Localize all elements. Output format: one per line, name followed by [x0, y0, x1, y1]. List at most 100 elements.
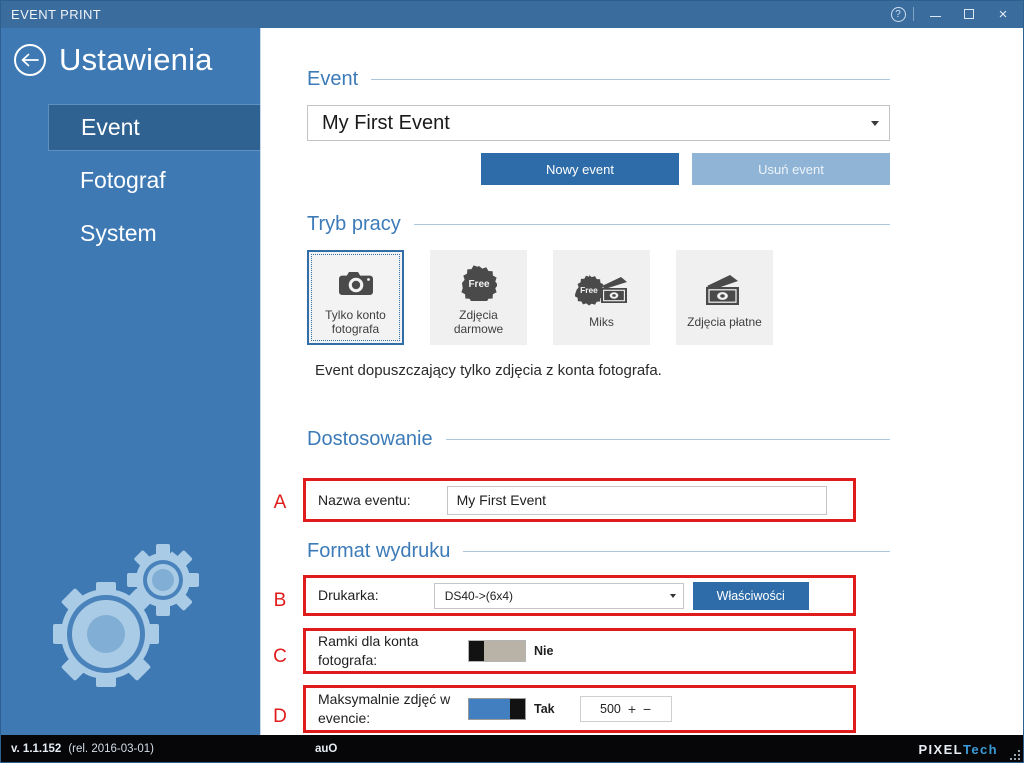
- free-badge-and-money-icon: Free: [574, 271, 629, 309]
- maximize-button[interactable]: [952, 0, 986, 28]
- sidebar-item-label: Fotograf: [80, 167, 166, 193]
- event-select[interactable]: My First Event: [307, 105, 890, 141]
- increment-button[interactable]: +: [628, 702, 636, 716]
- frames-row: Ramki dla konta fotografa: Nie: [303, 628, 856, 674]
- mode-card-mix[interactable]: Free Miks: [553, 250, 650, 345]
- heading-rule: [371, 79, 890, 80]
- status-middle-text: auO: [315, 743, 338, 755]
- chevron-down-icon: [669, 593, 676, 598]
- mode-card-label: Zdjęcia darmowe: [453, 307, 504, 336]
- sidebar-item-label: Event: [81, 114, 140, 140]
- max-photos-value: 500: [600, 702, 621, 716]
- event-name-input[interactable]: My First Event: [446, 485, 827, 515]
- heading-rule: [445, 439, 890, 440]
- printer-select[interactable]: DS40->(6x4): [433, 582, 684, 609]
- back-arrow-icon: [21, 53, 39, 67]
- max-photos-stepper[interactable]: 500 + −: [579, 696, 672, 722]
- print-heading: Format wydruku: [307, 540, 451, 562]
- toggle-knob: [510, 699, 525, 719]
- gears-watermark: [42, 542, 217, 717]
- print-section-header: Format wydruku: [307, 540, 890, 563]
- release-label: (rel. 2016-03-01): [68, 743, 154, 755]
- frames-label: Ramki dla konta fotografa:: [318, 633, 419, 668]
- toggle-track: [484, 641, 525, 661]
- free-badge-icon: Free: [460, 264, 497, 302]
- pixeltech-logo: PIXEL Tech: [918, 742, 998, 757]
- mode-card-photographer-only[interactable]: Tylko konto fotografa: [307, 250, 404, 345]
- mode-section-header: Tryb pracy: [307, 213, 890, 236]
- max-photos-toggle[interactable]: [468, 698, 526, 720]
- mode-card-label: Tylko konto fotografa: [325, 307, 386, 336]
- max-photos-row: Maksymalnie zdjęć w evencie: Tak 500 + −: [303, 685, 856, 733]
- sidebar-nav: Event Fotograf System: [0, 104, 260, 257]
- mode-card-label: Miks: [589, 314, 614, 329]
- printer-row: Drukarka: DS40->(6x4) Właściwości: [303, 575, 856, 616]
- event-name-label: Nazwa eventu:: [318, 491, 411, 508]
- titlebar-divider: [913, 7, 914, 21]
- svg-text:Free: Free: [468, 279, 490, 290]
- close-button[interactable]: ×: [986, 0, 1020, 28]
- title-bar: EVENT PRINT ? ×: [0, 0, 1024, 28]
- event-name-value: My First Event: [456, 492, 547, 508]
- window-controls: ? ×: [885, 0, 1024, 28]
- close-icon: ×: [998, 5, 1008, 23]
- svg-text:Free: Free: [580, 285, 598, 295]
- sidebar-item-label: System: [80, 220, 157, 246]
- help-button[interactable]: ?: [885, 0, 911, 28]
- main-panel: Event My First Event Nowy event Usuń eve…: [260, 28, 1024, 735]
- customization-section-header: Dostosowanie: [307, 428, 890, 451]
- max-photos-toggle-text: Tak: [534, 702, 555, 716]
- chevron-down-icon: [871, 120, 879, 126]
- version-label: v. 1.1.152: [11, 743, 62, 755]
- heading-rule: [463, 551, 890, 552]
- delete-event-button[interactable]: Usuń event: [692, 153, 890, 185]
- toggle-track: [469, 699, 510, 719]
- frames-toggle-text: Nie: [534, 644, 554, 658]
- heading-rule: [413, 224, 890, 225]
- toggle-knob: [469, 641, 484, 661]
- minimize-icon: [929, 16, 941, 17]
- mode-card-free-photos[interactable]: Free Zdjęcia darmowe: [430, 250, 527, 345]
- event-select-value: My First Event: [322, 111, 450, 134]
- mode-heading: Tryb pracy: [307, 213, 401, 235]
- mode-card-label: Zdjęcia płatne: [687, 314, 762, 329]
- new-event-button[interactable]: Nowy event: [481, 153, 679, 185]
- decrement-button[interactable]: −: [643, 702, 651, 716]
- max-photos-label: Maksymalnie zdjęć w evencie:: [318, 691, 451, 726]
- marker-a: A: [273, 492, 287, 513]
- customization-section: Dostosowanie: [307, 428, 890, 451]
- minimize-button[interactable]: [918, 0, 952, 28]
- sidebar: Ustawienia Event Fotograf System: [0, 28, 260, 735]
- event-section-header: Event: [307, 68, 890, 91]
- back-button[interactable]: [14, 44, 46, 76]
- resize-grip[interactable]: [1008, 748, 1020, 760]
- sidebar-item-event[interactable]: Event: [48, 104, 260, 151]
- logo-primary: PIXEL: [918, 741, 964, 757]
- event-heading: Event: [307, 68, 359, 90]
- marker-c: C: [273, 646, 287, 667]
- application-window: EVENT PRINT ? × Ustawienia Event Fotogra…: [0, 0, 1024, 763]
- money-icon: [703, 271, 747, 309]
- mode-card-paid-photos[interactable]: Zdjęcia płatne: [676, 250, 773, 345]
- logo-secondary: Tech: [963, 741, 998, 757]
- status-bar: v. 1.1.152 (rel. 2016-03-01) auO PIXEL Te…: [0, 735, 1024, 763]
- frames-toggle[interactable]: [468, 640, 526, 662]
- print-section: Format wydruku: [307, 540, 890, 563]
- event-section: Event My First Event Nowy event Usuń eve…: [307, 68, 890, 185]
- marker-d: D: [273, 706, 287, 727]
- event-button-row: Nowy event Usuń event: [307, 153, 890, 185]
- page-title: Ustawienia: [59, 42, 213, 77]
- printer-select-value: DS40->(6x4): [444, 588, 514, 603]
- marker-b: B: [273, 590, 287, 611]
- gears-icon: [53, 544, 199, 687]
- mode-card-list: Tylko konto fotografa Free Zdjęcia darmowe: [307, 250, 890, 345]
- sidebar-item-system[interactable]: System: [0, 210, 260, 257]
- sidebar-header: Ustawienia: [0, 28, 260, 78]
- help-icon: ?: [890, 6, 906, 22]
- printer-label: Drukarka:: [318, 587, 379, 603]
- mode-section: Tryb pracy Tylko konto fotografa Free Zd…: [307, 213, 890, 379]
- sidebar-item-fotograf[interactable]: Fotograf: [0, 157, 260, 204]
- printer-properties-button[interactable]: Właściwości: [692, 581, 809, 610]
- maximize-icon: [964, 9, 974, 19]
- window-title: EVENT PRINT: [11, 6, 102, 22]
